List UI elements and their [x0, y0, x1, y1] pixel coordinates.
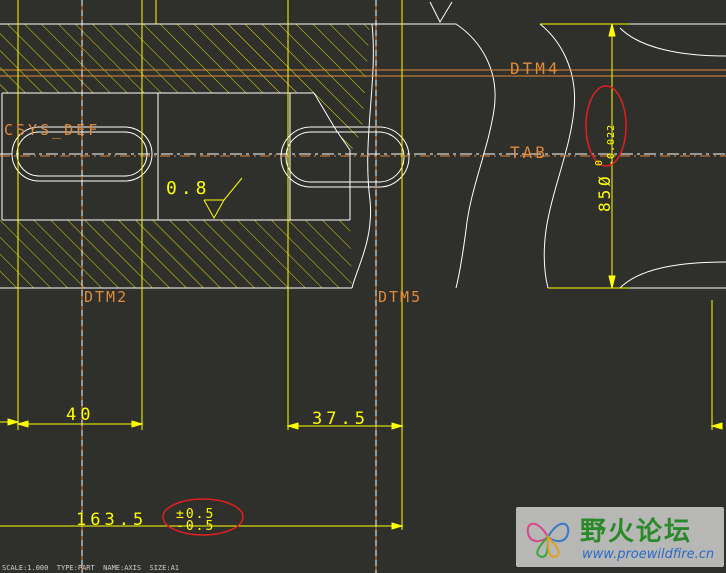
surface-finish-value[interactable]: 0.8: [166, 178, 211, 199]
dimension-diameter-tolerance-lower[interactable]: -0.022: [606, 124, 617, 166]
dimension-diameter-tolerance-upper[interactable]: 0: [594, 159, 605, 166]
datum-label-dtm5[interactable]: DTM5: [378, 288, 422, 306]
dimension-40[interactable]: 40: [66, 405, 94, 425]
dimension-37-5[interactable]: 37.5: [312, 409, 369, 429]
status-bar: SCALE:1.000 TYPE:PART NAME:AXIS SIZE:A1: [2, 564, 180, 572]
butterfly-logo-icon: [526, 522, 570, 559]
dimension-163-5[interactable]: 163.5: [76, 510, 147, 530]
cad-drawing-canvas[interactable]: DTM4 TAB CSYS_DEF DTM2 DTM5 0.8 40 37.5 …: [0, 0, 726, 573]
dimension-diameter-85[interactable]: 85: [595, 187, 614, 212]
datum-label-dtm2[interactable]: DTM2: [84, 288, 128, 306]
datum-label-dtm4[interactable]: DTM4: [510, 59, 561, 78]
forum-watermark: 野火论坛 www.proewildfire.cn: [516, 507, 724, 567]
datum-label-csys[interactable]: CSYS_DEF: [4, 121, 100, 139]
cad-drawing: DTM4 TAB CSYS_DEF DTM2 DTM5 0.8 40 37.5 …: [0, 0, 726, 573]
watermark-title: 野火论坛: [580, 517, 693, 547]
diameter-symbol: Ø: [595, 176, 614, 186]
dimension-163-5-tolerance-minus[interactable]: -0.5: [176, 519, 215, 534]
diameter-dimension-group: 85 Ø 0 -0.022: [594, 124, 617, 212]
datum-label-tab[interactable]: TAB: [510, 143, 548, 162]
watermark-url: www.proewildfire.cn: [582, 547, 715, 562]
